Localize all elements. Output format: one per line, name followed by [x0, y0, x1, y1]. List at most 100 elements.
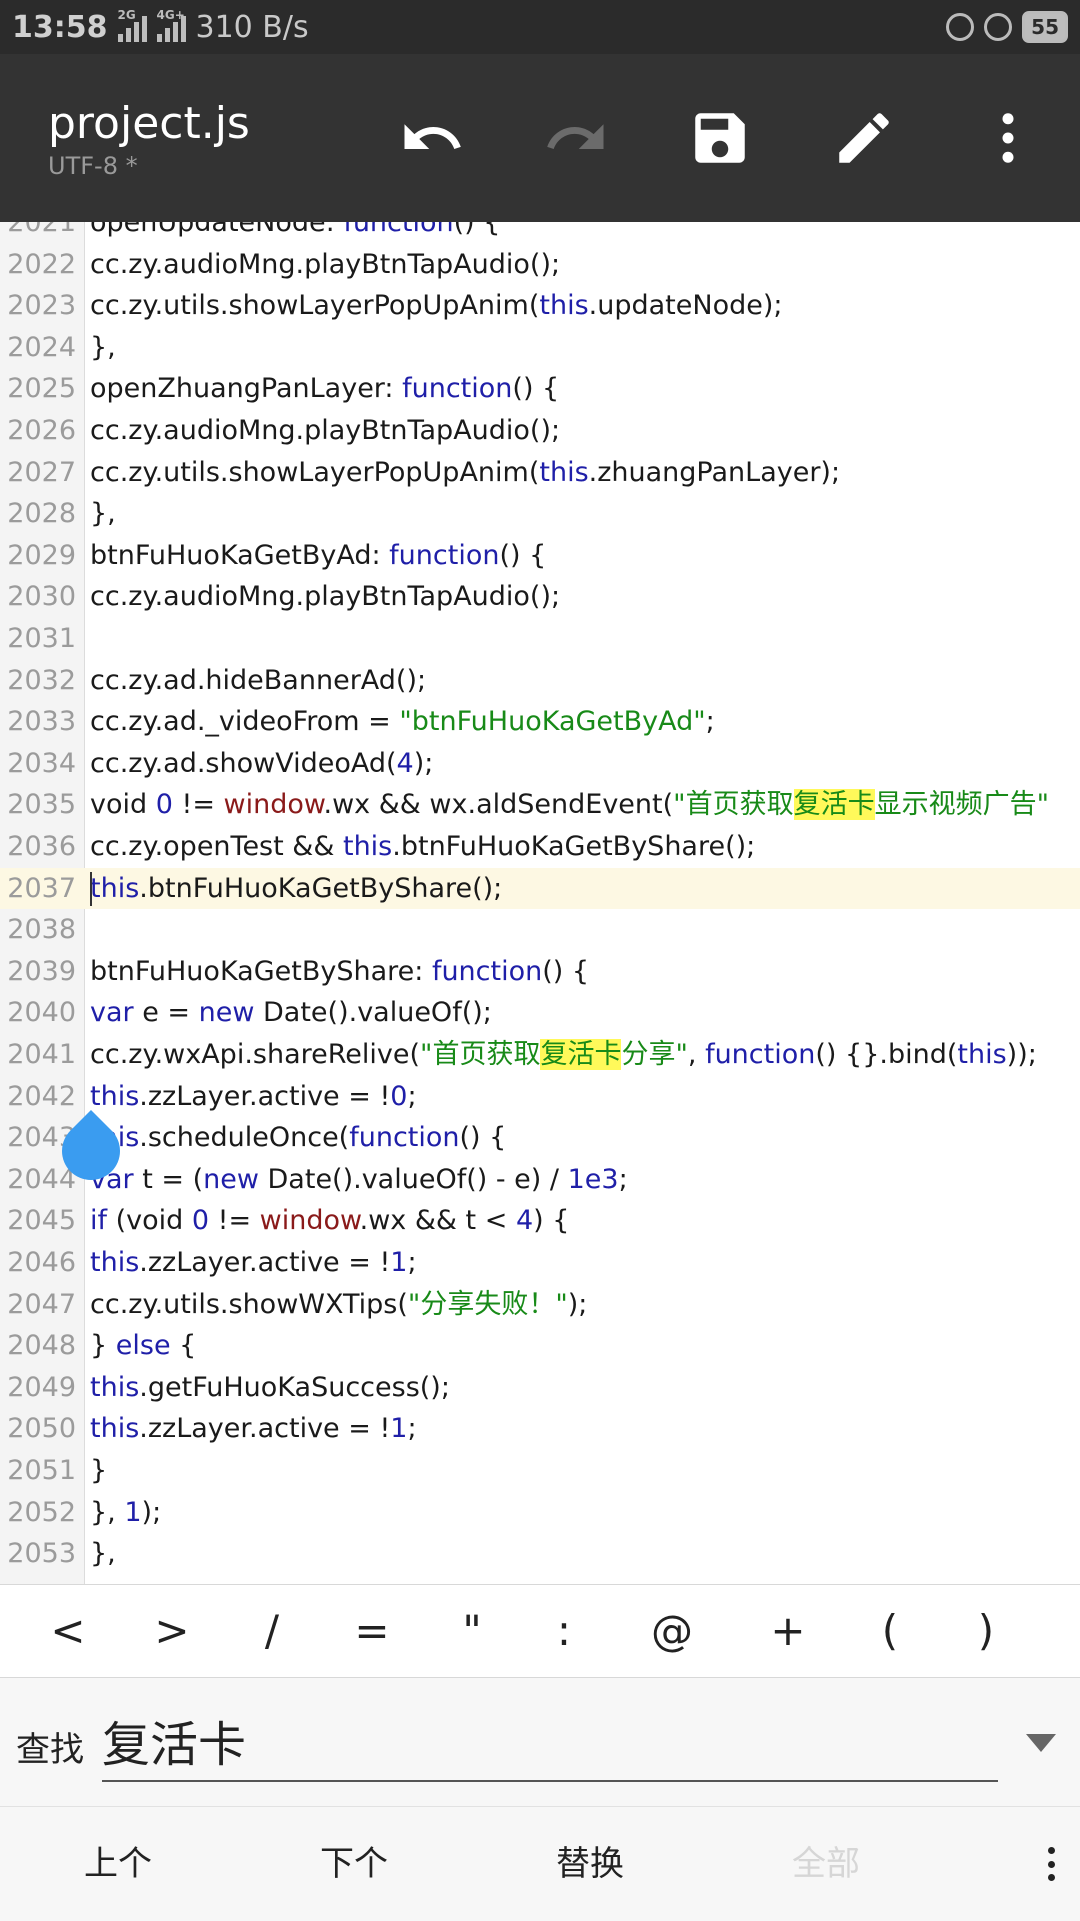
line-number: 2052 [7, 1496, 76, 1528]
line-number: 2034 [7, 747, 76, 779]
more-options-button[interactable] [972, 102, 1044, 174]
code-line[interactable]: 2040 var e = new Date().valueOf(); [0, 992, 1080, 1034]
code-line[interactable]: 2026 cc.zy.audioMng.playBtnTapAudio(); [0, 410, 1080, 452]
code-line[interactable]: 2048} else { [0, 1325, 1080, 1367]
alarm-icon [984, 13, 1013, 41]
code-line[interactable]: 2024}, [0, 327, 1080, 369]
edit-button[interactable] [828, 102, 900, 174]
code-editor[interactable]: 2021 openUpdateNode: function() { 2022 cc.… [0, 222, 1080, 1584]
code-line[interactable]: 2047 cc.zy.utils.showWXTips("分享失败！"); [0, 1284, 1080, 1326]
code-line[interactable]: 2039 btnFuHuoKaGetByShare: function() { [0, 951, 1080, 993]
line-number: 2049 [7, 1371, 76, 1403]
code-line[interactable]: 2027 cc.zy.utils.showLayerPopUpAnim(this.… [0, 452, 1080, 494]
status-time: 13:58 [12, 9, 108, 45]
edit-icon [839, 113, 889, 163]
find-action-bar: 上个 下个 替换 全部 [0, 1806, 1080, 1921]
symbol-key[interactable]: ) [946, 1585, 1026, 1677]
replace-all-button[interactable]: 全部 [746, 1807, 906, 1921]
line-number: 2028 [7, 498, 76, 530]
code-line[interactable]: 2038 [0, 909, 1080, 951]
code-line[interactable]: 2041 cc.zy.wxApi.shareRelive("首页获取复活卡分享",… [0, 1034, 1080, 1076]
line-number: 2040 [7, 997, 76, 1029]
code-line[interactable]: 2033 cc.zy.ad._videoFrom = "btnFuHuoKaGet… [0, 701, 1080, 743]
save-button[interactable] [684, 102, 756, 174]
find-label: 查找 [16, 1730, 84, 1770]
redo-icon [547, 124, 604, 149]
symbol-key[interactable]: / [232, 1585, 312, 1677]
line-number: 2030 [7, 581, 76, 613]
symbol-input-bar: < > / = " : @ + ( ) [0, 1584, 1080, 1678]
line-number: 2025 [7, 373, 76, 405]
code-line[interactable]: 2031 [0, 618, 1080, 660]
code-line[interactable]: 2046 this.zzLayer.active = !1; [0, 1242, 1080, 1284]
find-more-options-icon[interactable] [1046, 1847, 1056, 1881]
editor-toolbar: project.js UTF-8 * [0, 54, 1080, 222]
code-line[interactable]: 2030 cc.zy.audioMng.playBtnTapAudio(); [0, 576, 1080, 618]
find-previous-button[interactable]: 上个 [38, 1807, 198, 1921]
code-line[interactable]: 2032 cc.zy.ad.hideBannerAd(); [0, 660, 1080, 702]
undo-button[interactable] [396, 102, 468, 174]
line-number: 2033 [7, 706, 76, 738]
code-line[interactable]: 2028}, [0, 493, 1080, 535]
code-line[interactable]: 2042 this.zzLayer.active = !0; [0, 1076, 1080, 1118]
line-number: 2050 [7, 1413, 76, 1445]
find-options-dropdown-icon[interactable] [1026, 1734, 1056, 1752]
redo-button[interactable] [540, 102, 612, 174]
code-line[interactable]: 2049 this.getFuHuoKaSuccess(); [0, 1367, 1080, 1409]
code-line[interactable]: 2029 btnFuHuoKaGetByAd: function() { [0, 535, 1080, 577]
line-number: 2032 [7, 664, 76, 696]
symbol-key[interactable]: = [332, 1585, 412, 1677]
code-line[interactable]: 2043this.scheduleOnce(function() { [0, 1117, 1080, 1159]
line-number: 2037 [7, 872, 76, 904]
search-match-highlight: 复活卡 [793, 789, 875, 821]
line-number: 2039 [7, 955, 76, 987]
line-number: 2027 [7, 456, 76, 488]
line-number: 2048 [7, 1330, 76, 1362]
signal-icon-4g: 4G+ [156, 8, 186, 42]
replace-button[interactable]: 替换 [510, 1807, 670, 1921]
find-bar: 查找 [0, 1678, 1080, 1806]
code-line[interactable]: 2034 cc.zy.ad.showVideoAd(4); [0, 743, 1080, 785]
symbol-key[interactable]: < [28, 1585, 108, 1677]
find-input[interactable] [102, 1700, 998, 1782]
code-line[interactable]: 2053}, [0, 1533, 1080, 1575]
symbol-key[interactable]: > [132, 1585, 212, 1677]
code-line[interactable]: 2023 cc.zy.utils.showLayerPopUpAnim(this.… [0, 285, 1080, 327]
symbol-key[interactable]: " [432, 1585, 512, 1677]
symbol-key[interactable]: + [748, 1585, 828, 1677]
code-line-current[interactable]: 2037 this.btnFuHuoKaGetByShare(); [0, 867, 1080, 910]
line-number: 2038 [7, 914, 76, 946]
code-line[interactable]: 2035 void 0 != window.wx && wx.aldSendEve… [0, 784, 1080, 826]
symbol-key[interactable]: ( [850, 1585, 930, 1677]
code-line[interactable]: 2044 var t = (new Date().valueOf() - e) /… [0, 1159, 1080, 1201]
file-title: project.js [48, 98, 250, 149]
code-line[interactable]: 2052}, 1); [0, 1492, 1080, 1534]
status-bar: 13:58 2G 4G+ 310 B/s 55 [0, 0, 1080, 54]
network-speed: 310 B/s [195, 9, 309, 45]
battery-indicator: 55 [1022, 11, 1068, 43]
more-icon [1002, 113, 1014, 163]
find-next-button[interactable]: 下个 [274, 1807, 434, 1921]
code-line[interactable]: 2036 cc.zy.openTest && this.btnFuHuoKaGet… [0, 826, 1080, 868]
signal-icon-2g: 2G [117, 8, 147, 42]
line-number: 2036 [7, 831, 76, 862]
code-line[interactable]: 2025 openZhuangPanLayer: function() { [0, 368, 1080, 410]
search-match-highlight: 复活卡 [540, 1039, 622, 1070]
line-number: 2041 [7, 1039, 76, 1070]
symbol-key[interactable]: : [524, 1585, 604, 1677]
code-line[interactable]: 2021 openUpdateNode: function() { [0, 222, 1080, 244]
line-number: 2042 [7, 1080, 76, 1112]
line-number: 2024 [7, 331, 76, 363]
line-number: 2026 [7, 415, 76, 446]
code-line[interactable]: 2050 this.zzLayer.active = !1; [0, 1408, 1080, 1450]
line-number: 2047 [7, 1288, 76, 1320]
symbol-key[interactable]: @ [632, 1585, 712, 1677]
network-type-label: 4G+ [156, 8, 185, 22]
code-line[interactable]: 2051} [0, 1450, 1080, 1492]
code-line[interactable]: 2022 cc.zy.audioMng.playBtnTapAudio(); [0, 244, 1080, 286]
undo-icon [404, 124, 461, 149]
line-number: 2046 [7, 1247, 76, 1278]
code-line[interactable]: 2045 if (void 0 != window.wx && t < 4) { [0, 1200, 1080, 1242]
line-number: 2035 [7, 789, 76, 821]
text-cursor [90, 871, 92, 906]
